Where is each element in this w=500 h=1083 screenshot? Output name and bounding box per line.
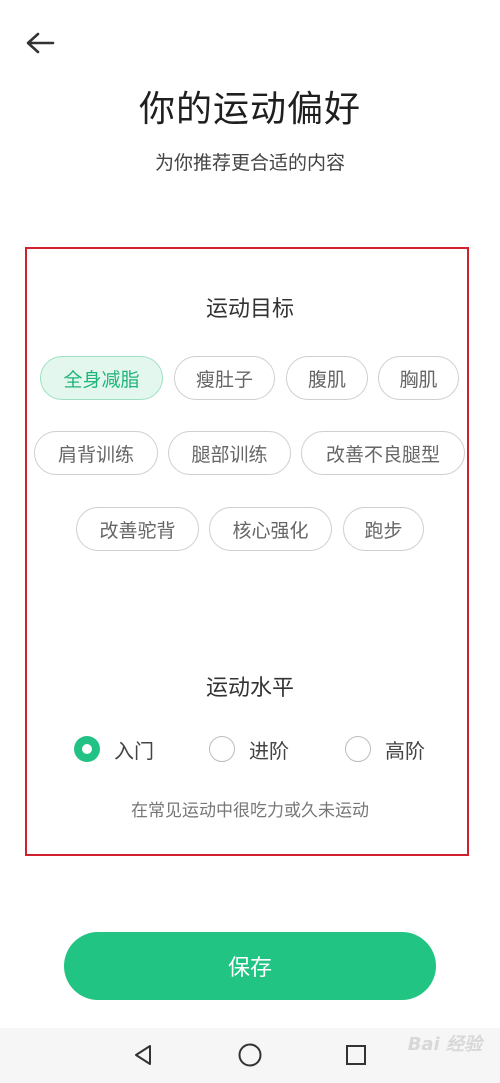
nav-back-button[interactable] — [128, 1040, 158, 1070]
watermark: Bai 经验 — [407, 1034, 482, 1055]
nav-home-button[interactable] — [235, 1040, 265, 1070]
square-recent-icon — [346, 1045, 366, 1065]
radio-checked-icon — [74, 736, 100, 762]
radio-unchecked-icon — [345, 736, 371, 762]
page-title: 你的运动偏好 — [138, 89, 361, 130]
goals-section-title: 运动目标 — [205, 297, 294, 322]
save-button[interactable]: 保存 — [64, 932, 436, 1000]
level-option-label: 高阶 — [385, 738, 425, 763]
circle-home-icon — [238, 1043, 262, 1067]
goal-chip-leg-shape[interactable]: 改善不良腿型 — [301, 431, 465, 475]
level-option-beginner[interactable]: 入门 — [74, 733, 154, 765]
goal-chip-hunchback[interactable]: 改善驼背 — [76, 507, 199, 551]
level-option-label: 进阶 — [249, 738, 289, 763]
goal-chip-shoulder-back[interactable]: 肩背训练 — [34, 431, 158, 475]
goal-chip-chest[interactable]: 胸肌 — [378, 356, 459, 400]
nav-recent-button[interactable] — [341, 1040, 371, 1070]
radio-unchecked-icon — [209, 736, 235, 762]
goal-chip-core[interactable]: 核心强化 — [209, 507, 332, 551]
back-button[interactable] — [22, 28, 58, 58]
triangle-back-icon — [135, 1045, 151, 1065]
goal-chip-full-body-fat-loss[interactable]: 全身减脂 — [40, 356, 163, 400]
back-arrow-icon — [26, 32, 55, 54]
level-option-advanced[interactable]: 高阶 — [345, 733, 425, 765]
goal-chip-leg-training[interactable]: 腿部训练 — [168, 431, 291, 475]
level-option-intermediate[interactable]: 进阶 — [209, 733, 289, 765]
page-subtitle: 为你推荐更合适的内容 — [154, 152, 345, 174]
level-description: 在常见运动中很吃力或久未运动 — [131, 801, 369, 821]
goal-chip-running[interactable]: 跑步 — [343, 507, 424, 551]
level-section-title: 运动水平 — [205, 676, 294, 701]
goal-chip-slim-belly[interactable]: 瘦肚子 — [174, 356, 275, 400]
goal-chip-abs[interactable]: 腹肌 — [286, 356, 368, 400]
level-option-label: 入门 — [114, 738, 154, 763]
